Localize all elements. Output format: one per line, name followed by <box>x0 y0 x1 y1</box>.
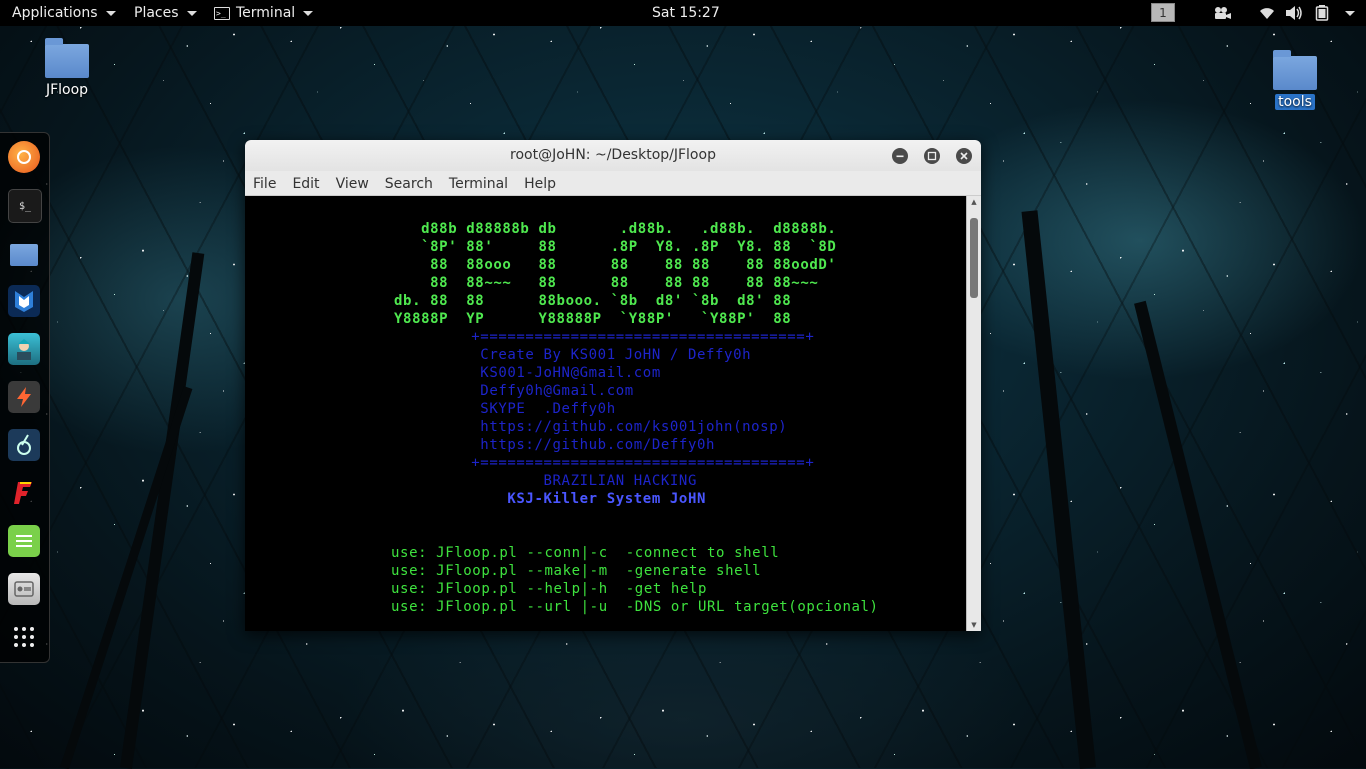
banner-line: d88b d88888b db .d88b. .d88b. d8888b. <box>385 221 837 237</box>
desktop-icon-label: JFloop <box>45 82 89 98</box>
terminal-window: root@JoHN: ~/Desktop/JFloop File Edit Vi… <box>245 140 981 631</box>
places-label: Places <box>134 5 179 21</box>
files-icon[interactable] <box>8 237 40 269</box>
credits-line: https://github.com/Deffy0h <box>390 437 716 453</box>
chevron-down-icon <box>303 10 314 16</box>
tagline: KSJ-Killer System JoHN <box>390 491 707 507</box>
maximize-button[interactable] <box>924 148 940 164</box>
credits-line: BRAZILIAN HACKING <box>390 473 697 489</box>
burpsuite-icon[interactable] <box>8 381 40 413</box>
volume-icon[interactable] <box>1285 5 1303 21</box>
banner-line: db. 88 88 88booo. `8b d8' `8b d8' 88 <box>385 293 792 309</box>
window-title: root@JoHN: ~/Desktop/JFloop <box>510 147 716 163</box>
minimize-button[interactable] <box>892 148 908 164</box>
scrollbar-thumb[interactable] <box>970 218 978 298</box>
credits-line: https://github.com/ks001john(nosp) <box>390 419 788 435</box>
menu-terminal[interactable]: Terminal <box>441 171 516 195</box>
desktop-icon-label: tools <box>1275 94 1315 110</box>
faraday-icon[interactable] <box>8 477 40 509</box>
clock-label: Sat 15:27 <box>652 5 720 21</box>
menu-view[interactable]: View <box>328 171 377 195</box>
chevron-down-icon <box>105 10 116 16</box>
terminal-app-label: Terminal <box>236 5 296 21</box>
terminal-icon: >_ <box>214 6 230 20</box>
menu-bar: File Edit View Search Terminal Help <box>245 171 981 196</box>
applications-menu[interactable]: Applications <box>12 0 116 26</box>
dock: $_ <box>0 132 50 663</box>
leafpad-icon[interactable] <box>8 525 40 557</box>
terminal-scrollbar[interactable]: ▲ ▼ <box>966 196 981 631</box>
window-titlebar[interactable]: root@JoHN: ~/Desktop/JFloop <box>245 140 981 171</box>
credits-line: KS001-JoHN@Gmail.com <box>390 365 661 381</box>
desktop-icon-tools[interactable]: tools <box>1266 50 1324 110</box>
menu-help[interactable]: Help <box>516 171 564 195</box>
credits-line: Create By KS001 JoHN / Deffy0h <box>390 347 752 363</box>
battery-icon[interactable] <box>1315 5 1329 21</box>
terminal-output[interactable]: d88b d88888b db .d88b. .d88b. d8888b. `8… <box>245 196 967 631</box>
scroll-up-icon[interactable]: ▲ <box>967 198 981 206</box>
system-menu-chevron-icon[interactable] <box>1345 11 1355 16</box>
tree-trunk <box>1134 300 1262 769</box>
terminal-icon[interactable]: $_ <box>8 189 42 223</box>
desktop-icon-jfloop[interactable]: JFloop <box>36 38 98 98</box>
banner-line: 88 88ooo 88 88 88 88 88 88oodD' <box>385 257 837 273</box>
credits-line: SKYPE .Deffy0h <box>390 401 616 417</box>
show-apps-icon[interactable] <box>8 621 40 653</box>
beef-icon[interactable] <box>8 429 40 461</box>
usage-line: use: JFloop.pl --make|-m -generate shell <box>382 563 762 579</box>
tree-trunk <box>120 252 205 769</box>
usage-line: use: JFloop.pl --url |-u -DNS or URL tar… <box>382 599 879 615</box>
close-icon <box>960 152 968 160</box>
wifi-icon[interactable] <box>1258 5 1276 21</box>
places-menu[interactable]: Places <box>134 0 197 26</box>
video-camera-icon[interactable] <box>1212 5 1232 21</box>
banner-line: Y8888P YP Y88888P `Y88P' `Y88P' 88 <box>385 311 792 327</box>
minimize-icon <box>896 155 904 158</box>
clock[interactable]: Sat 15:27 <box>652 0 720 26</box>
top-panel: Applications Places >_ Terminal Sat 15:2… <box>0 0 1366 26</box>
credits-line: Deffy0h@Gmail.com <box>390 383 634 399</box>
tree-trunk <box>1021 210 1096 769</box>
credits-line: +====================================+ <box>390 329 815 345</box>
tree-trunk <box>60 386 193 769</box>
applications-label: Applications <box>12 5 98 21</box>
terminal-app-menu[interactable]: >_ Terminal <box>214 0 314 26</box>
credits-line: +====================================+ <box>390 455 815 471</box>
maximize-icon <box>927 151 937 161</box>
folder-icon <box>1273 50 1317 90</box>
metasploit-icon[interactable] <box>8 285 40 317</box>
cutycapt-icon[interactable] <box>8 573 40 605</box>
workspace-indicator[interactable]: 1 <box>1151 3 1175 22</box>
firefox-icon[interactable] <box>8 141 40 173</box>
menu-search[interactable]: Search <box>377 171 441 195</box>
chevron-down-icon <box>186 10 197 16</box>
close-button[interactable] <box>956 148 972 164</box>
usage-line: use: JFloop.pl --help|-h -get help <box>382 581 708 597</box>
scroll-down-icon[interactable]: ▼ <box>967 621 981 629</box>
banner-line: 88 88~~~ 88 88 88 88 88 88~~~ <box>385 275 819 291</box>
menu-file[interactable]: File <box>245 171 284 195</box>
menu-edit[interactable]: Edit <box>284 171 327 195</box>
banner-line: `8P' 88' 88 .8P Y8. .8P Y8. 88 `8D <box>385 239 837 255</box>
folder-icon <box>45 38 89 78</box>
usage-line: use: JFloop.pl --conn|-c -connect to she… <box>382 545 780 561</box>
armitage-icon[interactable] <box>8 333 40 365</box>
